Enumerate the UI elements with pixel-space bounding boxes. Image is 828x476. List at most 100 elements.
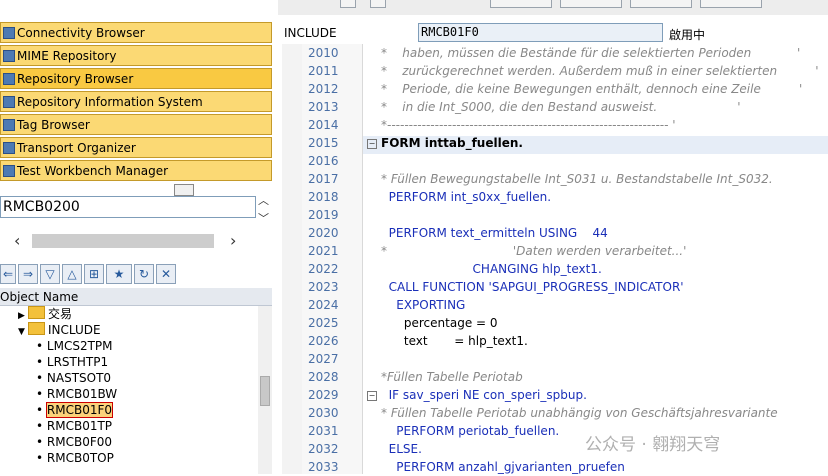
folder-label: INCLUDE — [48, 323, 101, 337]
fold-collapse-icon[interactable]: − — [367, 391, 377, 401]
code-line[interactable]: CALL FUNCTION 'SAPGUI_PROGRESS_INDICATOR… — [381, 278, 684, 296]
nav-mime-repository[interactable]: MIME Repository — [0, 45, 272, 66]
horizontal-scrollbar[interactable] — [32, 234, 214, 248]
line-number: 2030 — [308, 406, 339, 420]
line-number: 2020 — [308, 226, 339, 240]
tree-item[interactable]: • RMCB0F00 — [0, 434, 258, 450]
tag-icon — [3, 118, 15, 131]
line-number: 2012 — [308, 82, 339, 96]
object-search-input[interactable]: RMCB0200 — [0, 196, 256, 218]
close-icon[interactable]: ✕ — [156, 264, 176, 284]
tree-vertical-scrollbar[interactable] — [258, 306, 272, 474]
nav-transport-organizer[interactable]: Transport Organizer — [0, 137, 272, 158]
code-line[interactable]: percentage = 0 — [381, 314, 498, 332]
line-number: 2031 — [308, 424, 339, 438]
watermark-text: 公众号 · 翱翔天穹 — [585, 435, 721, 455]
line-number: 2021 — [308, 244, 339, 258]
nav-label: Transport Organizer — [17, 140, 136, 155]
tree-item-label: RMCB0TOP — [46, 451, 114, 465]
tree-item-label: NASTSOT0 — [46, 371, 112, 385]
code-line[interactable]: PERFORM int_s0xx_fuellen. — [381, 188, 551, 206]
folder-open-icon — [28, 322, 45, 335]
previous-object-icon[interactable]: ⇐ — [0, 264, 16, 284]
line-number: 2026 — [308, 334, 339, 348]
activation-status: 啟用中 — [669, 28, 706, 42]
nav-repository-browser[interactable]: Repository Browser — [0, 68, 272, 89]
code-line[interactable]: PERFORM periotab_fuellen. — [381, 422, 559, 440]
next-object-icon[interactable]: ⇒ — [18, 264, 38, 284]
line-number: 2029 — [308, 388, 339, 402]
collapse-icon[interactable]: ▽ — [40, 264, 60, 284]
code-line[interactable]: * Periode, die keine Bewegungen enthält,… — [381, 80, 802, 98]
connectivity-icon — [3, 26, 15, 39]
line-number: 2015 — [308, 136, 339, 150]
fold-collapse-icon[interactable]: − — [367, 139, 377, 149]
code-line[interactable]: CHANGING hlp_text1. — [381, 260, 602, 278]
scrollbar-thumb[interactable] — [260, 376, 270, 406]
nav-label: Repository Browser — [17, 71, 134, 86]
folder-icon — [28, 306, 45, 319]
tree-item[interactable]: • RMCB01TP — [0, 418, 258, 434]
hierarchy-icon[interactable]: ⊞ — [84, 264, 104, 284]
refresh-icon[interactable]: ↻ — [134, 264, 154, 284]
tree-item-label: RMCB01F0 — [45, 402, 114, 418]
line-number: 2033 — [308, 460, 339, 474]
tree-item[interactable]: • RMCB01BW — [0, 386, 258, 402]
nav-label: Repository Information System — [17, 94, 203, 109]
line-number: 2017 — [308, 172, 339, 186]
code-line[interactable]: PERFORM anzahl_gjvarianten_pruefen — [381, 458, 625, 476]
code-line[interactable]: *Füllen Tabelle Periotab — [381, 368, 523, 386]
tree-folder-include[interactable]: ▼ INCLUDE — [0, 322, 258, 338]
tree-item-label: RMCB01BW — [46, 387, 118, 401]
code-line[interactable]: * 'Daten werden verarbeitet...' — [381, 242, 686, 260]
object-tree: ▶ 交易 ▼ INCLUDE • LMCS2TPM • LRSTHTP1 • NAS… — [0, 306, 258, 466]
tree-item[interactable]: • LRSTHTP1 — [0, 354, 258, 370]
code-line[interactable]: * Füllen Bewegungstabelle Int_S031 u. Be… — [381, 170, 773, 188]
nav-connectivity-browser[interactable]: Connectivity Browser — [0, 22, 272, 43]
include-name-field[interactable]: RMCB01F0 — [418, 23, 663, 42]
line-number: 2019 — [308, 208, 339, 222]
tree-item-label: LRSTHTP1 — [46, 355, 109, 369]
code-line[interactable]: *---------------------------------------… — [381, 116, 676, 134]
code-line[interactable]: IF sav_speri NE con_speri_spbup. — [381, 386, 587, 404]
nav-tag-browser[interactable]: Tag Browser — [0, 114, 272, 135]
code-line[interactable]: ELSE. — [381, 440, 422, 458]
code-line[interactable]: text = hlp_text1. — [381, 332, 528, 350]
code-line[interactable]: FORM inttab_fuellen. — [381, 134, 523, 152]
tree-item[interactable]: • NASTSOT0 — [0, 370, 258, 386]
tree-item[interactable]: • LMCS2TPM — [0, 338, 258, 354]
line-number: 2025 — [308, 316, 339, 330]
workbench-icon — [3, 164, 15, 177]
tree-item-label: RMCB01TP — [46, 419, 113, 433]
tree-folder-transactions[interactable]: ▶ 交易 — [0, 306, 258, 322]
scroll-right-icon[interactable]: › — [230, 231, 236, 250]
code-line[interactable]: * Füllen Tabelle Periotab unabhängig von… — [381, 404, 778, 422]
tree-item-selected[interactable]: • RMCB01F0 — [0, 402, 258, 418]
tree-item[interactable]: • RMCB0TOP — [0, 450, 258, 466]
code-line[interactable]: EXPORTING — [381, 296, 465, 314]
chevron-down-icon[interactable]: ﹀ — [258, 210, 269, 226]
tree-item-label: LMCS2TPM — [46, 339, 113, 353]
code-area[interactable]: 2010 * haben, müssen die Bestände für di… — [278, 44, 828, 474]
line-number: 2024 — [308, 298, 339, 312]
line-number: 2028 — [308, 370, 339, 384]
favorites-icon[interactable]: ★ — [106, 264, 132, 284]
line-number: 2014 — [308, 118, 339, 132]
code-line[interactable]: * haben, müssen die Bestände für die sel… — [381, 44, 800, 62]
repository-icon — [3, 72, 15, 85]
code-line[interactable]: * in die Int_S000, die den Bestand auswe… — [381, 98, 741, 116]
nav-repository-information-system[interactable]: Repository Information System — [0, 91, 272, 112]
code-line[interactable]: PERFORM text_ermitteln USING 44 — [381, 224, 608, 242]
nav-label: Tag Browser — [17, 117, 90, 132]
expand-icon[interactable]: △ — [62, 264, 82, 284]
info-system-icon — [3, 95, 15, 108]
dropdown-toggle[interactable] — [174, 184, 194, 196]
chevron-up-icon[interactable]: ︿ — [258, 192, 269, 208]
code-line[interactable]: * zurückgerechnet werden. Außerdem muß i… — [381, 62, 819, 80]
nav-test-workbench-manager[interactable]: Test Workbench Manager — [0, 160, 272, 181]
scroll-left-icon[interactable]: ‹ — [14, 231, 20, 250]
line-number: 2023 — [308, 280, 339, 294]
line-number: 2022 — [308, 262, 339, 276]
tree-item-label: RMCB0F00 — [46, 435, 113, 449]
line-number: 2027 — [308, 352, 339, 366]
